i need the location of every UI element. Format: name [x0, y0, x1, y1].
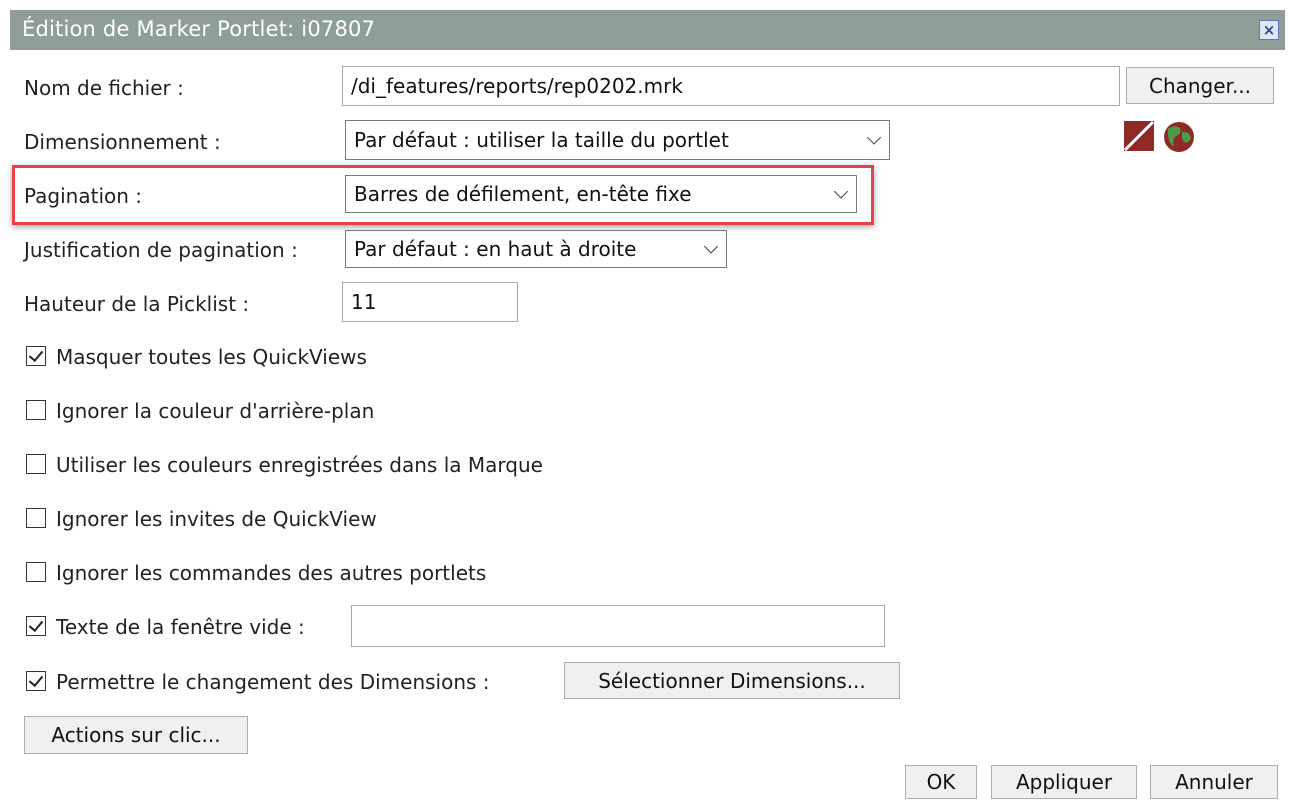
pagination-value: Barres de défilement, en-tête fixe [354, 182, 692, 206]
chevron-down-icon [833, 184, 849, 199]
ignore-background-checkbox[interactable] [26, 400, 46, 420]
close-button[interactable]: × [1259, 20, 1279, 40]
cancel-button[interactable]: Annuler [1150, 765, 1278, 799]
pagination-label: Pagination : [24, 184, 143, 208]
ignore-other-portlets-checkbox[interactable] [26, 562, 46, 582]
allow-dimension-change-checkbox[interactable] [26, 671, 46, 691]
hide-quickviews-checkbox[interactable] [26, 346, 46, 366]
apply-button[interactable]: Appliquer [991, 765, 1137, 799]
change-file-button[interactable]: Changer... [1126, 67, 1274, 104]
chevron-down-icon [703, 239, 719, 254]
pagination-select[interactable]: Barres de défilement, en-tête fixe [345, 175, 857, 213]
pagination-justification-value: Par défaut : en haut à droite [354, 237, 637, 261]
select-dimensions-button-label: Sélectionner Dimensions... [598, 668, 866, 693]
filename-input[interactable]: /di_features/reports/rep0202.mrk [342, 66, 1120, 106]
ignore-background-label: Ignorer la couleur d'arrière-plan [56, 399, 375, 423]
chevron-down-icon [866, 130, 882, 145]
ignore-quickview-prompts-checkbox[interactable] [26, 508, 46, 528]
picklist-height-input[interactable]: 11 [342, 282, 518, 322]
filename-label: Nom de fichier : [24, 76, 184, 100]
click-actions-button[interactable]: Actions sur clic... [24, 716, 248, 754]
select-dimensions-button[interactable]: Sélectionner Dimensions... [564, 662, 900, 699]
ignore-quickview-prompts-label: Ignorer les invites de QuickView [56, 507, 377, 531]
empty-window-text-checkbox[interactable] [26, 616, 46, 636]
edit-slash-icon[interactable] [1123, 120, 1155, 152]
dialog-titlebar: Édition de Marker Portlet: i07807 × [10, 10, 1285, 50]
ok-button-label: OK [926, 770, 956, 794]
allow-dimension-change-label: Permettre le changement des Dimensions : [56, 670, 490, 694]
empty-window-text-label: Texte de la fenêtre vide : [56, 615, 305, 639]
globe-icon[interactable] [1162, 120, 1196, 154]
hide-quickviews-label: Masquer toutes les QuickViews [56, 345, 367, 369]
pagination-justification-select[interactable]: Par défaut : en haut à droite [345, 230, 727, 268]
close-icon: × [1262, 20, 1276, 39]
apply-button-label: Appliquer [1015, 770, 1113, 794]
cancel-button-label: Annuler [1175, 770, 1253, 794]
picklist-height-value: 11 [351, 290, 377, 314]
sizing-select[interactable]: Par défaut : utiliser la taille du portl… [345, 120, 890, 160]
click-actions-button-label: Actions sur clic... [51, 723, 221, 747]
filename-value: /di_features/reports/rep0202.mrk [351, 74, 683, 98]
change-file-button-label: Changer... [1148, 73, 1252, 98]
sizing-value: Par défaut : utiliser la taille du portl… [354, 128, 729, 152]
picklist-height-label: Hauteur de la Picklist : [24, 292, 250, 316]
empty-window-text-input[interactable] [351, 605, 885, 647]
use-saved-colors-checkbox[interactable] [26, 454, 46, 474]
pagination-justification-label: Justification de pagination : [24, 238, 298, 262]
sizing-label: Dimensionnement : [24, 130, 221, 154]
ok-button[interactable]: OK [905, 765, 977, 799]
use-saved-colors-label: Utiliser les couleurs enregistrées dans … [56, 453, 543, 477]
dialog-title: Édition de Marker Portlet: i07807 [22, 17, 376, 41]
ignore-other-portlets-label: Ignorer les commandes des autres portlet… [56, 561, 487, 585]
